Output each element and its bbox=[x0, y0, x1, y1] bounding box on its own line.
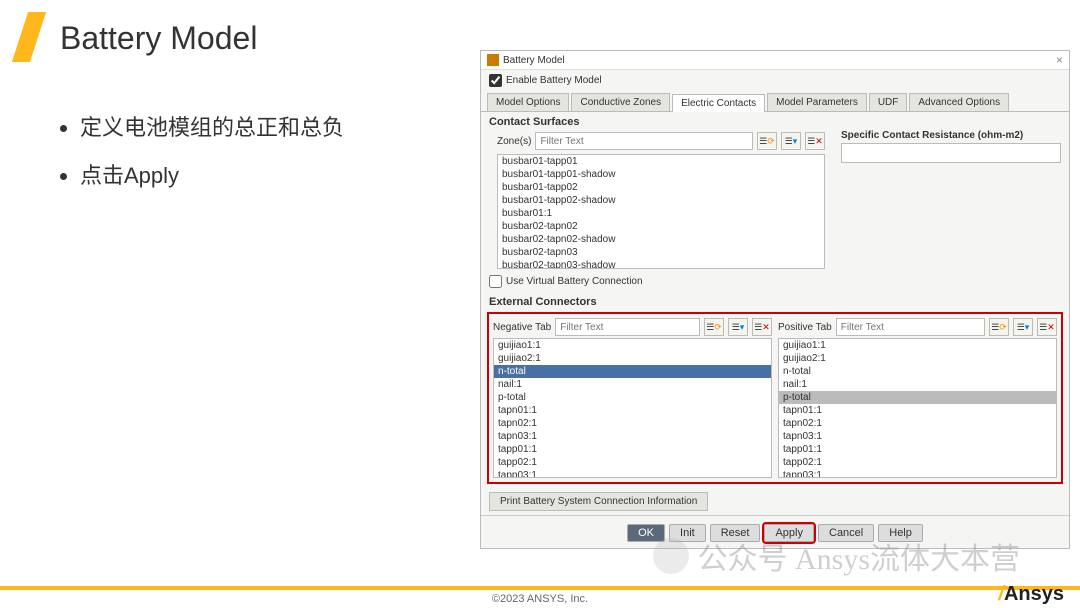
positive-tab-label: Positive Tab bbox=[778, 322, 832, 333]
negative-listbox[interactable]: guijiao1:1guijiao2:1n-totalnail:1p-total… bbox=[493, 338, 772, 478]
list-item[interactable]: tapn02:1 bbox=[494, 417, 771, 430]
select-all-icon[interactable]: ☰▾ bbox=[781, 132, 801, 150]
window-title: Battery Model bbox=[503, 55, 565, 66]
resistance-label: Specific Contact Resistance (ohm-m2) bbox=[841, 130, 1061, 141]
bullet-item: 定义电池模组的总正和总负 bbox=[80, 110, 344, 142]
list-item[interactable]: busbar01-tapp01 bbox=[498, 155, 824, 168]
slide-title: Battery Model bbox=[60, 20, 257, 57]
external-connectors-highlight: Negative Tab ☰⟳ ☰▾ ☰✕ guijiao1:1guijiao2… bbox=[487, 312, 1063, 484]
action-row: OK Init Reset Apply Cancel Help bbox=[481, 515, 1069, 548]
list-item[interactable]: tapn01:1 bbox=[779, 404, 1056, 417]
list-item[interactable]: busbar01-tapp02-shadow bbox=[498, 194, 824, 207]
filter-icon[interactable]: ☰⟳ bbox=[704, 318, 724, 336]
tab-udf[interactable]: UDF bbox=[869, 93, 908, 111]
list-item[interactable]: tapn03:1 bbox=[779, 430, 1056, 443]
ok-button[interactable]: OK bbox=[627, 524, 665, 542]
use-virtual-checkbox[interactable] bbox=[489, 275, 502, 288]
list-item[interactable]: nail:1 bbox=[779, 378, 1056, 391]
list-item[interactable]: tapn03:1 bbox=[494, 430, 771, 443]
list-item[interactable]: nail:1 bbox=[494, 378, 771, 391]
close-icon[interactable]: × bbox=[1056, 53, 1063, 67]
contact-surfaces-label: Contact Surfaces bbox=[481, 112, 1069, 130]
use-virtual-label: Use Virtual Battery Connection bbox=[506, 276, 643, 287]
list-item[interactable]: tapp03:1 bbox=[779, 469, 1056, 478]
tab-conductive-zones[interactable]: Conductive Zones bbox=[571, 93, 670, 111]
resistance-input[interactable] bbox=[841, 143, 1061, 163]
list-item[interactable]: tapp03:1 bbox=[494, 469, 771, 478]
list-item[interactable]: guijiao2:1 bbox=[779, 352, 1056, 365]
cancel-button[interactable]: Cancel bbox=[818, 524, 874, 542]
init-button[interactable]: Init bbox=[669, 524, 706, 542]
apply-button[interactable]: Apply bbox=[764, 524, 814, 542]
select-all-icon[interactable]: ☰▾ bbox=[728, 318, 748, 336]
list-item[interactable]: guijiao1:1 bbox=[779, 339, 1056, 352]
list-item[interactable]: tapn02:1 bbox=[779, 417, 1056, 430]
list-item[interactable]: busbar02-tapn03-shadow bbox=[498, 259, 824, 269]
help-button[interactable]: Help bbox=[878, 524, 923, 542]
list-item[interactable]: busbar02-tapn03 bbox=[498, 246, 824, 259]
filter-icon[interactable]: ☰⟳ bbox=[757, 132, 777, 150]
tab-advanced-options[interactable]: Advanced Options bbox=[909, 93, 1009, 111]
positive-listbox[interactable]: guijiao1:1guijiao2:1n-totalnail:1p-total… bbox=[778, 338, 1057, 478]
zones-listbox[interactable]: busbar01-tapp01busbar01-tapp01-shadowbus… bbox=[497, 154, 825, 269]
deselect-icon[interactable]: ☰✕ bbox=[752, 318, 772, 336]
list-item[interactable]: guijiao2:1 bbox=[494, 352, 771, 365]
list-item[interactable]: busbar01-tapp01-shadow bbox=[498, 168, 824, 181]
negative-filter-input[interactable] bbox=[555, 318, 700, 336]
footer: ©2023 ANSYS, Inc. /Ansys bbox=[0, 586, 1080, 608]
tab-model-options[interactable]: Model Options bbox=[487, 93, 569, 111]
list-item[interactable]: p-total bbox=[494, 391, 771, 404]
list-item[interactable]: n-total bbox=[779, 365, 1056, 378]
filter-icon[interactable]: ☰⟳ bbox=[989, 318, 1009, 336]
titlebar: Battery Model × bbox=[481, 51, 1069, 70]
list-item[interactable]: tapp02:1 bbox=[779, 456, 1056, 469]
list-item[interactable]: busbar01:1 bbox=[498, 207, 824, 220]
positive-filter-input[interactable] bbox=[836, 318, 985, 336]
list-item[interactable]: tapp01:1 bbox=[494, 443, 771, 456]
zones-label: Zone(s) bbox=[497, 136, 531, 147]
tab-bar: Model Options Conductive Zones Electric … bbox=[481, 91, 1069, 112]
battery-model-window: Battery Model × Enable Battery Model Mod… bbox=[480, 50, 1070, 549]
list-item[interactable]: guijiao1:1 bbox=[494, 339, 771, 352]
select-all-icon[interactable]: ☰▾ bbox=[1013, 318, 1033, 336]
external-connectors-label: External Connectors bbox=[481, 292, 1069, 310]
enable-battery-model-checkbox[interactable] bbox=[489, 74, 502, 87]
deselect-icon[interactable]: ☰✕ bbox=[805, 132, 825, 150]
deselect-icon[interactable]: ☰✕ bbox=[1037, 318, 1057, 336]
list-item[interactable]: p-total bbox=[779, 391, 1056, 404]
reset-button[interactable]: Reset bbox=[710, 524, 761, 542]
list-item[interactable]: tapp02:1 bbox=[494, 456, 771, 469]
print-connection-button[interactable]: Print Battery System Connection Informat… bbox=[489, 492, 708, 511]
bullet-item: 点击Apply bbox=[80, 158, 344, 190]
tab-model-parameters[interactable]: Model Parameters bbox=[767, 93, 867, 111]
list-item[interactable]: busbar01-tapp02 bbox=[498, 181, 824, 194]
list-item[interactable]: tapp01:1 bbox=[779, 443, 1056, 456]
list-item[interactable]: busbar02-tapn02 bbox=[498, 220, 824, 233]
list-item[interactable]: busbar02-tapn02-shadow bbox=[498, 233, 824, 246]
list-item[interactable]: n-total bbox=[494, 365, 771, 378]
accent-bar bbox=[12, 12, 46, 62]
tab-electric-contacts[interactable]: Electric Contacts bbox=[672, 94, 765, 112]
copyright: ©2023 ANSYS, Inc. bbox=[492, 593, 588, 605]
enable-battery-model-label: Enable Battery Model bbox=[506, 75, 602, 86]
ansys-logo: /Ansys bbox=[998, 583, 1064, 606]
list-item[interactable]: tapn01:1 bbox=[494, 404, 771, 417]
zones-filter-input[interactable] bbox=[535, 132, 753, 150]
negative-tab-label: Negative Tab bbox=[493, 322, 551, 333]
bullet-list: 定义电池模组的总正和总负 点击Apply bbox=[60, 110, 344, 206]
app-icon bbox=[487, 54, 499, 66]
